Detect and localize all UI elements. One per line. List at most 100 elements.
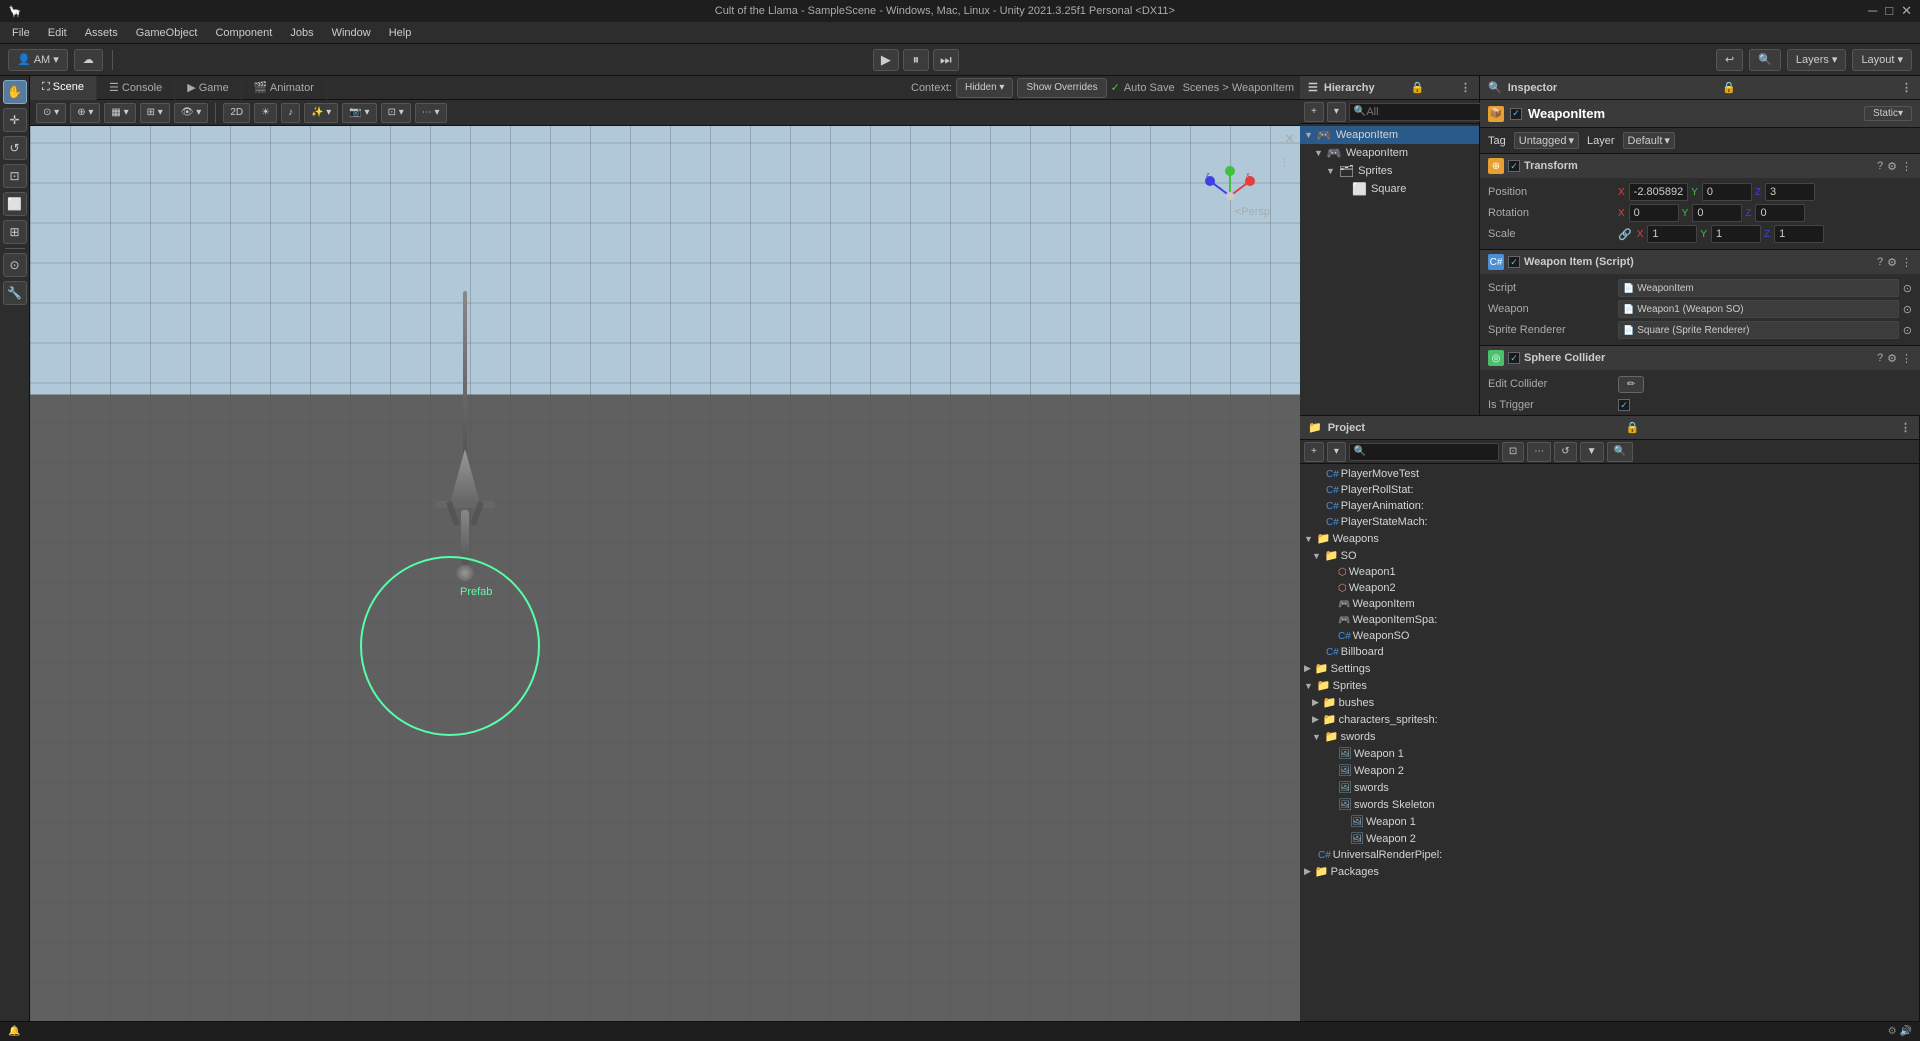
weapon-select-btn[interactable]: ⊙ bbox=[1903, 303, 1912, 316]
account-btn[interactable]: 👤 AM ▾ bbox=[8, 49, 68, 71]
hierarchy-lock-btn[interactable]: 🔒 bbox=[1410, 81, 1424, 94]
project-item[interactable]: ▼📁swords bbox=[1300, 728, 1919, 745]
tab-console[interactable]: ☰ Console bbox=[97, 76, 175, 100]
transform-menu-btn[interactable]: ⋮ bbox=[1901, 160, 1912, 173]
project-item[interactable]: C#PlayerMoveTest bbox=[1300, 466, 1919, 482]
project-item[interactable]: ▼📁Sprites bbox=[1300, 677, 1919, 694]
script-select-btn[interactable]: ⊙ bbox=[1903, 282, 1912, 295]
lighting-btn[interactable]: ☀ bbox=[254, 103, 277, 123]
menu-gameobject[interactable]: GameObject bbox=[128, 25, 206, 41]
project-item[interactable]: C#PlayerStateMach: bbox=[1300, 514, 1919, 530]
project-sync-btn[interactable]: ↺ bbox=[1554, 442, 1576, 462]
inspector-menu-btn[interactable]: ⋮ bbox=[1901, 81, 1912, 94]
minimize-button[interactable]: ─ bbox=[1868, 3, 1877, 19]
transform-tool[interactable]: ⊞ bbox=[3, 220, 27, 244]
project-item[interactable]: C#Billboard bbox=[1300, 644, 1919, 660]
project-item[interactable]: ⬡Weapon1 bbox=[1300, 564, 1919, 580]
menu-file[interactable]: File bbox=[4, 25, 38, 41]
is-trigger-checkbox[interactable] bbox=[1618, 399, 1630, 411]
script-info-btn[interactable]: ? bbox=[1877, 256, 1883, 269]
fx-btn[interactable]: ✨ ▾ bbox=[304, 103, 338, 123]
obj-enabled-checkbox[interactable] bbox=[1510, 108, 1522, 120]
undo-btn[interactable]: ↩ bbox=[1716, 49, 1743, 71]
project-search-input[interactable] bbox=[1366, 446, 1508, 458]
hierarchy-item[interactable]: ▼🗂Sprites bbox=[1300, 162, 1479, 180]
snap-btn[interactable]: ⊞ ▾ bbox=[140, 103, 170, 123]
project-menu-btn[interactable]: ⋮ bbox=[1900, 421, 1911, 434]
collider-enabled[interactable] bbox=[1508, 352, 1520, 364]
project-item[interactable]: 🖼Weapon 1 bbox=[1300, 745, 1919, 762]
menu-assets[interactable]: Assets bbox=[77, 25, 126, 41]
project-item[interactable]: 🖼Weapon 2 bbox=[1300, 762, 1919, 779]
show-overrides-btn[interactable]: Show Overrides bbox=[1017, 78, 1106, 98]
project-item[interactable]: ▶📁bushes bbox=[1300, 694, 1919, 711]
layer-dropdown[interactable]: Default▾ bbox=[1623, 132, 1675, 149]
transform-settings-btn[interactable]: ⚙ bbox=[1887, 160, 1897, 173]
rotate-tool[interactable]: ↺ bbox=[3, 136, 27, 160]
project-item[interactable]: 🖼swords Skeleton bbox=[1300, 796, 1919, 813]
menu-help[interactable]: Help bbox=[381, 25, 420, 41]
project-search[interactable]: 🔍 bbox=[1349, 443, 1499, 461]
scale-x[interactable]: 1 bbox=[1647, 225, 1697, 243]
scale-z[interactable]: 1 bbox=[1774, 225, 1824, 243]
tab-animator[interactable]: 🎬 Animator bbox=[242, 76, 327, 100]
weapon-item-script-header[interactable]: C# Weapon Item (Script) ? ⚙ ⋮ bbox=[1480, 250, 1920, 274]
cloud-btn[interactable]: ☁ bbox=[74, 49, 103, 71]
tag-dropdown[interactable]: Untagged▾ bbox=[1514, 132, 1579, 149]
project-item[interactable]: C#WeaponSO bbox=[1300, 628, 1919, 644]
pivot-tool[interactable]: ⊙ bbox=[3, 253, 27, 277]
project-item[interactable]: 🖼Weapon 1 bbox=[1300, 813, 1919, 830]
layers-btn[interactable]: Layers ▾ bbox=[1787, 49, 1847, 71]
project-item[interactable]: ▼📁SO bbox=[1300, 547, 1919, 564]
menu-component[interactable]: Component bbox=[207, 25, 280, 41]
sphere-collider-header[interactable]: ◎ Sphere Collider ? ⚙ ⋮ bbox=[1480, 346, 1920, 370]
script-menu-btn[interactable]: ⋮ bbox=[1901, 256, 1912, 269]
scale-y[interactable]: 1 bbox=[1711, 225, 1761, 243]
project-item[interactable]: 🖼Weapon 2 bbox=[1300, 830, 1919, 847]
pause-button[interactable]: ⏸ bbox=[903, 49, 929, 71]
weapon-ref[interactable]: 📄 Weapon1 (Weapon SO) bbox=[1618, 300, 1899, 318]
hierarchy-item[interactable]: ⬜Square bbox=[1300, 180, 1479, 198]
overlay-btn[interactable]: ⋯ ▾ bbox=[415, 103, 447, 123]
project-item[interactable]: C#UniversalRenderPipel: bbox=[1300, 847, 1919, 863]
project-add-btn[interactable]: + bbox=[1304, 442, 1324, 462]
menu-edit[interactable]: Edit bbox=[40, 25, 75, 41]
layout-btn[interactable]: Layout ▾ bbox=[1852, 49, 1912, 71]
scale-tool[interactable]: ⊡ bbox=[3, 164, 27, 188]
scene-view-btn[interactable]: 📷 ▾ bbox=[342, 103, 376, 123]
position-y[interactable]: 0 bbox=[1702, 183, 1752, 201]
audio-btn[interactable]: ♪ bbox=[281, 103, 300, 123]
project-filter2-btn[interactable]: ▼ bbox=[1580, 442, 1604, 462]
maximize-button[interactable]: □ bbox=[1885, 3, 1893, 19]
2d-btn[interactable]: 2D bbox=[223, 103, 250, 123]
hand-tool[interactable]: ✋ bbox=[3, 80, 27, 104]
project-filter-btn[interactable]: ▾ bbox=[1327, 442, 1346, 462]
project-item[interactable]: ▼📁Weapons bbox=[1300, 530, 1919, 547]
sprite-renderer-select-btn[interactable]: ⊙ bbox=[1903, 324, 1912, 337]
gizmo-size-btn[interactable]: ⊡ ▾ bbox=[381, 103, 411, 123]
script-ref[interactable]: 📄 WeaponItem bbox=[1618, 279, 1899, 297]
move-tool[interactable]: ✛ bbox=[3, 108, 27, 132]
play-button[interactable]: ▶ bbox=[873, 49, 899, 71]
project-item[interactable]: ▶📁Packages bbox=[1300, 863, 1919, 880]
project-item[interactable]: C#PlayerRollStat: bbox=[1300, 482, 1919, 498]
tab-game[interactable]: ▶ Game bbox=[175, 76, 241, 100]
project-lock-btn[interactable]: 🔒 bbox=[1626, 421, 1640, 434]
script-enabled[interactable] bbox=[1508, 256, 1520, 268]
hierarchy-item[interactable]: ▼🎮WeaponItem bbox=[1300, 144, 1479, 162]
project-item[interactable]: C#PlayerAnimation: bbox=[1300, 498, 1919, 514]
sprite-renderer-ref[interactable]: 📄 Square (Sprite Renderer) bbox=[1618, 321, 1899, 339]
menu-jobs[interactable]: Jobs bbox=[282, 25, 321, 41]
scene-gizmo[interactable]: x y z bbox=[1200, 166, 1260, 226]
step-button[interactable]: ⏭ bbox=[933, 49, 959, 71]
project-view-btn[interactable]: ⊡ bbox=[1502, 442, 1524, 462]
collider-info-btn[interactable]: ? bbox=[1877, 352, 1883, 365]
collider-settings-btn[interactable]: ⚙ bbox=[1887, 352, 1897, 365]
position-x[interactable]: -2.805892 bbox=[1629, 183, 1689, 201]
project-item[interactable]: 🎮WeaponItem bbox=[1300, 596, 1919, 612]
static-dropdown[interactable]: Static▾ bbox=[1864, 106, 1912, 121]
project-item[interactable]: ▶📁characters_spritesh: bbox=[1300, 711, 1919, 728]
custom-tool[interactable]: 🔧 bbox=[3, 281, 27, 305]
hierarchy-add-btn[interactable]: + bbox=[1304, 102, 1324, 122]
context-dropdown[interactable]: Hidden ▾ bbox=[956, 78, 1014, 98]
